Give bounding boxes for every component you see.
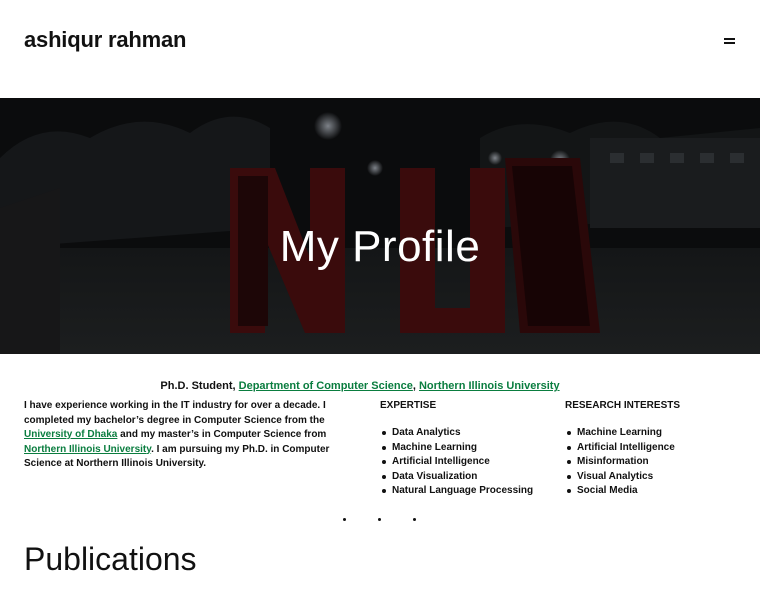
expertise-heading: EXPERTISE [380, 400, 437, 411]
university-of-dhaka-link[interactable]: University of Dhaka [24, 429, 117, 440]
research-interests-heading: RESEARCH INTERESTS [565, 400, 681, 411]
department-link[interactable]: Department of Computer Science [239, 380, 413, 392]
section-divider-dots [343, 518, 423, 522]
about-text-2: and my master’s in Computer Science from [117, 429, 327, 440]
divider-dot [343, 518, 346, 521]
expertise-list: Data Analytics Machine Learning Artifici… [380, 426, 533, 499]
role-prefix: Ph.D. Student, [160, 380, 236, 392]
research-item: Misinformation [565, 455, 675, 470]
menu-toggle-button[interactable] [720, 33, 738, 49]
role-separator: , [412, 380, 416, 392]
role-line: Ph.D. Student, Department of Computer Sc… [0, 380, 720, 392]
about-text-1: I have experience working in the IT indu… [24, 400, 326, 426]
research-interests-list: Machine Learning Artificial Intelligence… [565, 426, 675, 499]
about-paragraph: I have experience working in the IT indu… [24, 399, 354, 472]
research-item: Visual Analytics [565, 470, 675, 485]
research-item: Machine Learning [565, 426, 675, 441]
expertise-item: Data Analytics [380, 426, 533, 441]
divider-dot [378, 518, 381, 521]
expertise-item: Data Visualization [380, 470, 533, 485]
publications-heading: Publications [24, 541, 197, 577]
site-header: ashiqur rahman [0, 0, 760, 98]
menu-icon [724, 38, 735, 40]
northern-illinois-link[interactable]: Northern Illinois University [24, 444, 151, 455]
university-link[interactable]: Northern Illinois University [419, 380, 560, 392]
site-title[interactable]: ashiqur rahman [24, 27, 186, 53]
hero-banner: My Profile [0, 98, 760, 354]
research-item: Social Media [565, 484, 675, 499]
expertise-item: Natural Language Processing [380, 484, 533, 499]
divider-dot [413, 518, 416, 521]
page-title: My Profile [279, 222, 481, 271]
expertise-item: Artificial Intelligence [380, 455, 533, 470]
expertise-item: Machine Learning [380, 441, 533, 456]
research-item: Artificial Intelligence [565, 441, 675, 456]
